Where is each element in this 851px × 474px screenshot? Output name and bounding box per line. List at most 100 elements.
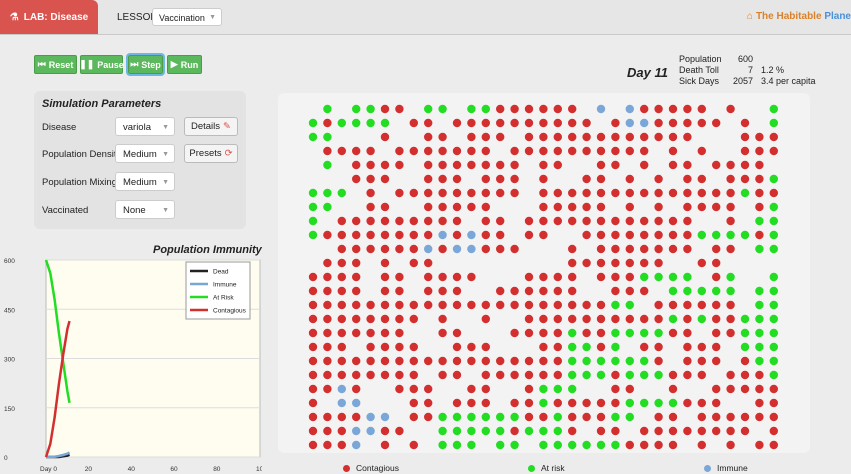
contagious-dot [596,146,606,156]
at-risk-dot [755,314,764,324]
contagious-dot [395,426,404,436]
at-risk-dot [640,272,649,282]
details-button[interactable]: Details ✎ [184,117,238,136]
contagious-dot [424,230,433,240]
contagious-dot [380,202,390,212]
lesson-select[interactable]: Vaccination ▼ [152,8,222,26]
y-tick-label: 150 [4,406,15,413]
contagious-dot [481,398,490,408]
contagious-dot [438,328,447,338]
contagious-dot [697,440,706,450]
at-risk-dot [524,426,534,436]
contagious-dot [323,258,332,268]
lab-tab[interactable]: ⚗ LAB: Disease [0,0,98,34]
at-risk-dot [654,272,663,282]
contagious-dot [640,314,649,324]
disease-value: variola [123,122,151,133]
pause-icon: ❚❚ [79,59,95,69]
contagious-dot [496,356,505,366]
contagious-dot [424,174,433,184]
at-risk-dot [769,272,778,282]
contagious-dot [640,104,649,114]
contagious-dot [712,412,721,422]
contagious-dot [611,370,620,380]
contagious-dot [510,370,519,380]
contagious-dot [596,272,606,282]
contagious-dot [683,216,692,226]
contagious-dot [308,440,318,450]
contagious-dot [438,370,447,380]
contagious-dot [337,216,346,226]
density-select[interactable]: Medium ▼ [115,144,175,163]
contagious-dot [640,230,649,240]
contagious-dot [755,398,764,408]
contagious-dot [769,146,778,156]
contagious-dot [452,286,462,296]
at-risk-dot [568,328,577,338]
step-button[interactable]: ⏭ Step [126,53,165,76]
contagious-dot [640,188,649,198]
contagious-dot [510,174,519,184]
contagious-dot [380,258,390,268]
play-icon: ▶ [170,59,178,69]
contagious-dot [568,286,577,296]
contagious-dot [726,174,735,184]
contagious-dot [380,132,390,142]
at-risk-dot [712,286,721,296]
at-risk-dot [481,426,490,436]
contagious-dot [366,146,375,156]
contagious-dot [467,342,476,352]
contagious-dot [424,412,433,422]
legend-at-risk-label: At risk [541,463,565,473]
contagious-dot [467,160,476,170]
contagious-dot [539,370,548,380]
mixing-select[interactable]: Medium ▼ [115,172,175,191]
contagious-dot [380,370,390,380]
at-risk-dot [308,188,318,198]
contagious-dot [467,384,476,394]
contagious-dot [510,286,519,296]
presets-button[interactable]: Presets ⟳ [184,144,238,163]
contagious-dot [452,188,462,198]
brand-link[interactable]: ⌂ The Habitable Plane [747,11,851,22]
contagious-dot [467,146,476,156]
contagious-dot [712,244,721,254]
contagious-dot [323,342,332,352]
contagious-dot [568,118,577,128]
contagious-dot [352,272,361,282]
contagious-dot [769,440,778,450]
contagious-dot [524,328,534,338]
contagious-dot [539,132,548,142]
contagious-dot [308,286,318,296]
contagious-dot [683,356,692,366]
pause-button[interactable]: ❚❚ Pause [79,55,124,74]
contagious-dot [366,174,375,184]
at-risk-dot [769,216,778,226]
contagious-dot [323,230,332,240]
contagious-dot [611,426,620,436]
contagious-dot [740,384,750,394]
reset-button[interactable]: ⏮ Reset [34,55,77,74]
disease-select[interactable]: variola ▼ [115,117,175,136]
contagious-dot [539,286,548,296]
contagious-dot [524,398,534,408]
contagious-dot [697,300,706,310]
contagious-dot [740,132,750,142]
vaccinated-select[interactable]: None ▼ [115,200,175,219]
contagious-dot [568,146,577,156]
contagious-dot [769,188,778,198]
contagious-dot [726,328,735,338]
at-risk-dot [611,356,620,366]
contagious-dot [611,160,620,170]
run-button[interactable]: ▶ Run [167,55,202,74]
at-risk-dot [769,328,778,338]
contagious-dot [510,244,519,254]
contagious-dot [481,132,490,142]
contagious-dot [568,398,577,408]
contagious-dot [654,258,663,268]
at-risk-dot [308,230,318,240]
contagious-dot [769,426,778,436]
contagious-dot [625,230,634,240]
vaccinated-value: None [123,205,146,216]
immune-dot [640,118,649,128]
